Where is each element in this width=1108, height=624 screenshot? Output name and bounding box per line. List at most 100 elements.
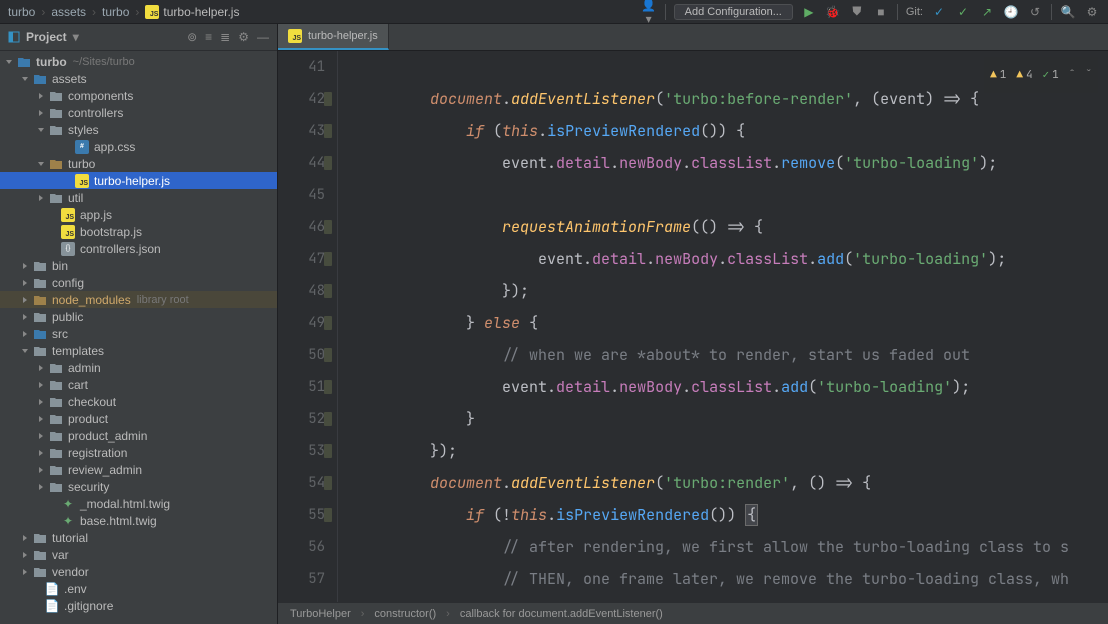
- git-history-icon[interactable]: 🕘: [1003, 5, 1019, 19]
- chevron-right-icon: ›: [135, 5, 139, 19]
- breadcrumb-item[interactable]: turbo: [102, 5, 129, 19]
- typo-count: 4: [1026, 59, 1033, 91]
- tree-folder[interactable]: security: [0, 478, 277, 495]
- top-toolbar: turbo › assets › turbo › JS turbo-helper…: [0, 0, 1108, 24]
- chevron-right-icon: [36, 465, 46, 475]
- folder-icon: [32, 564, 48, 580]
- project-tool-header: Project ▾ ⊚ ≡ ≣ ⚙ —: [0, 24, 277, 51]
- tree-label: controllers.json: [80, 242, 161, 256]
- tree-file[interactable]: 📄.env: [0, 580, 277, 597]
- inspection-widget[interactable]: ▲1 ▲4 ✓1 ˆ ˇ: [984, 57, 1098, 93]
- tree-folder[interactable]: tutorial: [0, 529, 277, 546]
- chevron-right-icon: [20, 295, 30, 305]
- hide-icon[interactable]: —: [257, 30, 269, 44]
- twig-file-icon: ✦: [60, 496, 76, 512]
- git-rollback-icon[interactable]: ↺: [1027, 5, 1043, 19]
- chevron-right-icon: [20, 312, 30, 322]
- js-file-icon: JS: [145, 5, 159, 19]
- folder-icon: [32, 309, 48, 325]
- tree-file[interactable]: {} controllers.json: [0, 240, 277, 257]
- breadcrumb-file[interactable]: JS turbo-helper.js: [145, 5, 239, 19]
- folder-icon: [32, 258, 48, 274]
- tree-folder[interactable]: public: [0, 308, 277, 325]
- settings-icon[interactable]: ⚙: [238, 30, 249, 44]
- search-icon[interactable]: 🔍: [1060, 5, 1076, 19]
- project-view-selector[interactable]: Project ▾: [8, 30, 187, 44]
- tree-folder[interactable]: styles: [0, 121, 277, 138]
- tree-folder[interactable]: components: [0, 87, 277, 104]
- warning-icon: ▲: [990, 59, 997, 91]
- stop-icon[interactable]: ■: [873, 5, 889, 19]
- prev-highlight-icon[interactable]: ˆ: [1069, 59, 1076, 91]
- tree-file[interactable]: 📄.gitignore: [0, 597, 277, 614]
- tree-file[interactable]: ✦_modal.html.twig: [0, 495, 277, 512]
- folder-icon: [48, 156, 64, 172]
- tree-file[interactable]: JS bootstrap.js: [0, 223, 277, 240]
- tree-label: review_admin: [68, 463, 142, 477]
- next-highlight-icon[interactable]: ˇ: [1085, 59, 1092, 91]
- tree-folder[interactable]: util: [0, 189, 277, 206]
- tree-folder[interactable]: config: [0, 274, 277, 291]
- tree-folder[interactable]: bin: [0, 257, 277, 274]
- chevron-down-icon: [36, 159, 46, 169]
- tree-folder[interactable]: registration: [0, 444, 277, 461]
- tree-file[interactable]: JS app.js: [0, 206, 277, 223]
- chevron-down-icon: ▾: [73, 30, 79, 44]
- tree-label: turbo: [36, 55, 67, 69]
- git-push-icon[interactable]: ↗: [979, 5, 995, 19]
- expand-all-icon[interactable]: ≡: [205, 30, 212, 44]
- run-config-button[interactable]: Add Configuration...: [674, 4, 793, 20]
- git-update-icon[interactable]: ✓: [931, 5, 947, 19]
- tree-file[interactable]: # app.css: [0, 138, 277, 155]
- tree-folder[interactable]: admin: [0, 359, 277, 376]
- folder-icon: [32, 275, 48, 291]
- project-tree[interactable]: turbo ~/Sites/turbo assets components co…: [0, 51, 277, 624]
- tree-label: bin: [52, 259, 68, 273]
- tree-file-selected[interactable]: JS turbo-helper.js: [0, 172, 277, 189]
- select-opened-icon[interactable]: ⊚: [187, 30, 197, 44]
- editor-content[interactable]: document.addEventListener('turbo:before-…: [338, 51, 1108, 602]
- tree-folder[interactable]: product: [0, 410, 277, 427]
- breadcrumb-item[interactable]: turbo: [8, 5, 35, 19]
- coverage-icon[interactable]: ⛊: [849, 4, 865, 19]
- tree-folder[interactable]: templates: [0, 342, 277, 359]
- tree-folder[interactable]: review_admin: [0, 461, 277, 478]
- breadcrumb-item[interactable]: assets: [51, 5, 86, 19]
- chevron-right-icon: [36, 380, 46, 390]
- folder-icon: [48, 360, 64, 376]
- folder-icon: [48, 122, 64, 138]
- chevron-right-icon: [36, 414, 46, 424]
- settings-icon[interactable]: ⚙: [1084, 5, 1100, 19]
- tree-folder[interactable]: cart: [0, 376, 277, 393]
- git-commit-icon[interactable]: ✓: [955, 5, 971, 19]
- folder-icon: [32, 71, 48, 87]
- code-editor[interactable]: 414243444546474849505152535455565758 doc…: [278, 51, 1108, 602]
- tree-folder[interactable]: var: [0, 546, 277, 563]
- editor-gutter[interactable]: 414243444546474849505152535455565758: [278, 51, 338, 602]
- structure-crumb[interactable]: TurboHelper: [290, 608, 351, 620]
- collapse-all-icon[interactable]: ≣: [220, 30, 230, 44]
- tree-folder[interactable]: product_admin: [0, 427, 277, 444]
- folder-icon: [48, 428, 64, 444]
- run-icon[interactable]: ▶: [801, 5, 817, 19]
- typo-icon: ▲: [1016, 59, 1023, 91]
- json-file-icon: {}: [60, 241, 76, 257]
- structure-crumb[interactable]: constructor(): [374, 608, 436, 620]
- debug-icon[interactable]: 🐞: [825, 5, 841, 19]
- tree-label: templates: [52, 344, 104, 358]
- tree-folder[interactable]: turbo: [0, 155, 277, 172]
- tree-folder[interactable]: src: [0, 325, 277, 342]
- tree-root[interactable]: turbo ~/Sites/turbo: [0, 53, 277, 70]
- user-icon[interactable]: 👤▾: [641, 0, 657, 26]
- folder-icon: [16, 54, 32, 70]
- editor-tab[interactable]: JS turbo-helper.js: [278, 24, 389, 50]
- structure-crumb[interactable]: callback for document.addEventListener(): [460, 608, 663, 620]
- chevron-right-icon: [20, 261, 30, 271]
- tree-folder[interactable]: assets: [0, 70, 277, 87]
- tree-folder[interactable]: vendor: [0, 563, 277, 580]
- tree-file[interactable]: ✦base.html.twig: [0, 512, 277, 529]
- tree-folder[interactable]: controllers: [0, 104, 277, 121]
- chevron-right-icon: [36, 363, 46, 373]
- tree-folder[interactable]: checkout: [0, 393, 277, 410]
- tree-folder-library[interactable]: node_modules library root: [0, 291, 277, 308]
